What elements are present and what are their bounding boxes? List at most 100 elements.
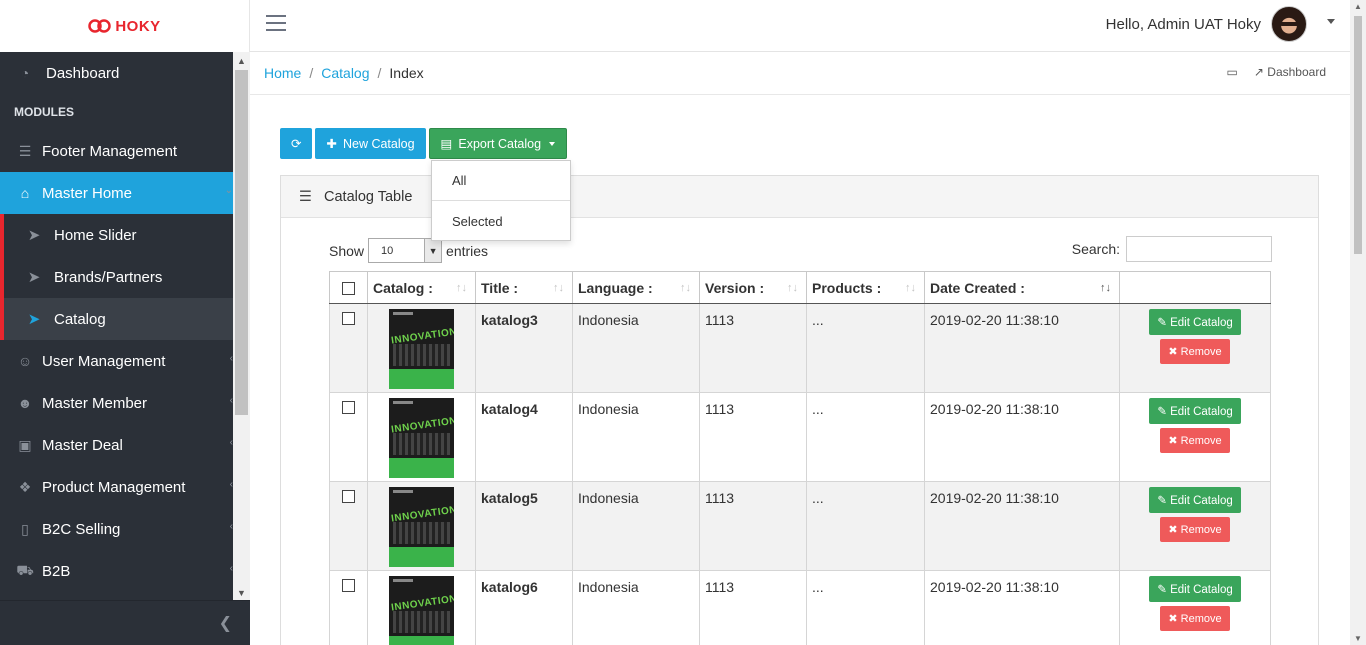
toolbar: ⟳ ✚ New Catalog ▤ Export Catalog <box>280 128 568 159</box>
breadcrumb-current: Index <box>389 65 424 81</box>
page-length-control: Show 10 ▼ entries <box>329 238 488 263</box>
remove-button[interactable]: ✖ Remove <box>1160 339 1230 364</box>
sidebar-item-master-home[interactable]: ⌂ Master Home ⌄ <box>0 172 233 214</box>
refresh-icon: ⟳ <box>291 137 302 151</box>
sidebar-item-label: Master Home <box>42 184 133 202</box>
sidebar-item-label: Home Slider <box>54 226 137 244</box>
search-input[interactable] <box>1126 236 1272 262</box>
sort-icon: ↑↓ <box>680 282 691 294</box>
sidebar-item-user-management[interactable]: ☺ User Management ‹ <box>0 340 233 382</box>
col-date-created[interactable]: Date Created : ↑↓ <box>924 271 1120 304</box>
comment-icon[interactable]: ▭ <box>1227 65 1238 79</box>
table-row: INNOVATION katalog6 Indonesia 1113 ... 2… <box>329 570 1271 645</box>
col-label: Catalog : <box>373 279 433 296</box>
edit-catalog-button[interactable]: ✎ Edit Catalog <box>1149 398 1241 424</box>
version-cell: 1113 <box>699 570 807 645</box>
avatar[interactable] <box>1271 6 1307 42</box>
sidebar-item-label: B2B <box>42 562 71 580</box>
menu-toggle-icon[interactable] <box>266 15 286 35</box>
page-size-select[interactable]: 10 ▼ <box>368 238 443 263</box>
sidebar-item-label: Product Management <box>42 478 186 496</box>
refresh-button[interactable]: ⟳ <box>280 128 313 159</box>
col-catalog[interactable]: Catalog : ↑↓ <box>367 271 476 304</box>
new-catalog-label: New Catalog <box>342 136 415 151</box>
sidebar-item-footer-management[interactable]: ☰ Footer Management <box>0 130 233 172</box>
scroll-up-icon[interactable]: ▲ <box>237 56 246 66</box>
edit-label: Edit Catalog <box>1170 495 1233 507</box>
sidebar-subitem-home-slider[interactable]: ➤ Home Slider <box>0 214 233 256</box>
export-catalog-button[interactable]: ▤ Export Catalog <box>428 128 568 159</box>
sidebar: ◔ Dashboard MODULES ☰ Footer Management … <box>0 52 233 600</box>
scroll-up-icon[interactable]: ▲ <box>1354 2 1362 11</box>
line-chart-icon: ↗ <box>1253 65 1264 79</box>
catalog-thumbnail[interactable]: INNOVATION <box>389 576 454 645</box>
sidebar-scroll-thumb[interactable] <box>235 70 248 415</box>
table-header-row: Catalog : ↑↓ Title : ↑↓ Language : ↑↓ Versi… <box>329 271 1271 304</box>
col-title[interactable]: Title : ↑↓ <box>475 271 573 304</box>
sidebar-item-label: User Management <box>42 352 166 370</box>
chevron-down-icon: ▼ <box>424 239 442 262</box>
remove-label: Remove <box>1180 524 1222 536</box>
scroll-down-icon[interactable]: ▼ <box>237 588 246 598</box>
remove-button[interactable]: ✖ Remove <box>1160 517 1230 542</box>
version-cell: 1113 <box>699 392 807 482</box>
breadcrumb-catalog[interactable]: Catalog <box>321 65 369 81</box>
money-icon: ▣ <box>18 436 32 453</box>
main-content: Home / Catalog / Index ▭ ↗ Dashboard ⟳ ✚… <box>250 52 1350 645</box>
sidebar-scrollbar[interactable]: ▲ ▼ <box>233 52 250 600</box>
row-select-cell <box>329 481 368 571</box>
col-products[interactable]: Products : ↑↓ <box>806 271 925 304</box>
sidebar-item-master-member[interactable]: ☻ Master Member ‹ <box>0 382 233 424</box>
actions-cell: ✎ Edit Catalog ✖ Remove <box>1119 303 1271 393</box>
col-label: Date Created : <box>930 279 1025 296</box>
home-icon: ⌂ <box>20 185 30 201</box>
edit-label: Edit Catalog <box>1170 584 1233 596</box>
sidebar-item-dashboard[interactable]: ◔ Dashboard <box>0 52 233 94</box>
sidebar-item-label: B2C Selling <box>42 520 121 538</box>
col-version[interactable]: Version : ↑↓ <box>699 271 807 304</box>
row-checkbox[interactable] <box>342 490 355 503</box>
scroll-down-icon[interactable]: ▼ <box>1354 634 1362 643</box>
sidebar-item-product-management[interactable]: ❖ Product Management ‹ <box>0 466 233 508</box>
language-cell: Indonesia <box>572 481 700 571</box>
page-scrollbar[interactable]: ▲ ▼ <box>1350 0 1366 645</box>
user-menu[interactable]: Hello, Admin UAT Hoky <box>1106 6 1335 42</box>
col-label: Products : <box>812 279 882 296</box>
export-selected-option[interactable]: Selected <box>432 202 570 240</box>
row-checkbox[interactable] <box>342 401 355 414</box>
sidebar-item-label: Footer Management <box>42 142 178 160</box>
edit-label: Edit Catalog <box>1170 406 1233 418</box>
sidebar-section-header: MODULES <box>14 105 74 119</box>
export-all-option[interactable]: All <box>432 161 570 199</box>
row-checkbox[interactable] <box>342 579 355 592</box>
user-dropdown-caret-icon[interactable] <box>1327 18 1335 24</box>
select-all-checkbox[interactable] <box>342 281 355 295</box>
actions-cell: ✎ Edit Catalog ✖ Remove <box>1119 481 1271 571</box>
edit-catalog-button[interactable]: ✎ Edit Catalog <box>1149 576 1241 602</box>
catalog-thumbnail[interactable]: INNOVATION <box>389 309 454 389</box>
sidebar-item-label: Master Deal <box>42 436 123 454</box>
edit-catalog-button[interactable]: ✎ Edit Catalog <box>1149 487 1241 513</box>
sidebar-item-b2c-selling[interactable]: ▯ B2C Selling ‹ <box>0 508 233 550</box>
send-icon: ➤ <box>27 227 41 244</box>
page-scroll-thumb[interactable] <box>1354 16 1362 254</box>
dropdown-divider <box>432 200 570 201</box>
catalog-thumbnail[interactable]: INNOVATION <box>389 487 454 567</box>
sidebar-item-b2b[interactable]: ⛟ B2B ‹ <box>0 550 233 592</box>
sort-icon: ↑↓ <box>787 282 798 294</box>
col-language[interactable]: Language : ↑↓ <box>572 271 700 304</box>
remove-button[interactable]: ✖ Remove <box>1160 606 1230 631</box>
catalog-thumbnail[interactable]: INNOVATION <box>389 398 454 478</box>
sidebar-item-master-deal[interactable]: ▣ Master Deal ‹ <box>0 424 233 466</box>
sidebar-subitem-catalog[interactable]: ➤ Catalog <box>0 298 233 340</box>
breadcrumb-home[interactable]: Home <box>264 65 301 81</box>
title-cell: katalog4 <box>475 392 573 482</box>
dashboard-link[interactable]: ↗ Dashboard <box>1254 65 1326 79</box>
remove-button[interactable]: ✖ Remove <box>1160 428 1230 453</box>
edit-catalog-button[interactable]: ✎ Edit Catalog <box>1149 309 1241 335</box>
new-catalog-button[interactable]: ✚ New Catalog <box>315 128 426 159</box>
brand-logo[interactable]: HOKY <box>88 18 160 35</box>
collapse-sidebar-icon[interactable]: ❮ <box>219 613 232 633</box>
sidebar-subitem-brands-partners[interactable]: ➤ Brands/Partners <box>0 256 233 298</box>
row-checkbox[interactable] <box>342 312 355 325</box>
